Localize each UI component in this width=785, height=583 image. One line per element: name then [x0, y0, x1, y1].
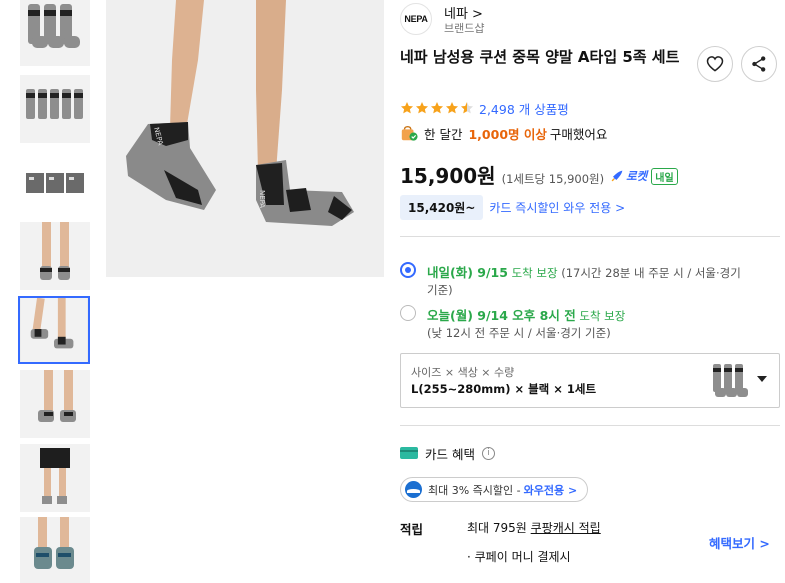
thumbnail-4[interactable]: [20, 222, 90, 290]
purchase-count-row: 한 달간 1,000명 이상 구매했어요: [400, 123, 607, 143]
pill-wow-link[interactable]: 와우전용 >: [524, 482, 578, 498]
option-thumbnail: [713, 364, 748, 397]
shipping-arrive: 도착 보장: [579, 309, 626, 323]
brand-shop-label: 브랜드샵: [444, 22, 485, 35]
shipping-day: 오늘(월) 9/14 오후 8시 전: [427, 308, 576, 323]
accrual-condition: · 쿠페이 머니 결제시: [467, 550, 571, 564]
shipping-radio-today[interactable]: [400, 305, 416, 321]
wishlist-button[interactable]: [697, 46, 733, 82]
shipping-day: 내일(화) 9/15: [427, 265, 508, 280]
thumbnail-3[interactable]: [20, 149, 90, 217]
accrual-line: 최대 795원 쿠팡캐시 적립: [467, 519, 601, 536]
svg-text:NEPA: NEPA: [258, 190, 266, 208]
info-icon[interactable]: i: [481, 446, 495, 460]
unit-price: (1세트당 15,900원): [501, 172, 605, 186]
shipping-detail: (17시간 28분 내 주문 시 / 서울·경기: [561, 266, 741, 280]
share-icon: [752, 56, 766, 72]
accrual-label: 적립: [400, 522, 424, 537]
card-company-icon: [405, 481, 422, 498]
card-discount-link[interactable]: 카드 즉시할인 와우 전용 >: [489, 199, 625, 216]
purchase-highlight: 1,000명 이상: [468, 126, 547, 142]
view-benefits-link[interactable]: 혜택보기 >: [709, 533, 770, 552]
brand-row[interactable]: NEPA 네파 > 브랜드샵: [400, 3, 700, 37]
star-icon: [430, 102, 444, 114]
option-header: 사이즈 × 색상 × 수량: [411, 366, 515, 379]
shipping-line: 오늘(월) 9/14 오후 8시 전 도착 보장: [427, 305, 625, 324]
half-star-icon: [460, 102, 474, 114]
star-rating: [400, 101, 474, 115]
wow-discount-pill[interactable]: 최대 3% 즉시할인 - 와우전용 >: [400, 477, 589, 502]
coupang-cash-link[interactable]: 쿠팡캐시 적립: [531, 521, 601, 535]
option-selector[interactable]: 사이즈 × 색상 × 수량 L(255~280mm) × 블랙 × 1세트: [400, 353, 780, 408]
thumbnail-5-selected[interactable]: [18, 296, 90, 364]
purchase-suffix: 구매했어요: [549, 126, 608, 142]
thumbnail-1[interactable]: [20, 0, 90, 66]
rocket-icon: [611, 170, 623, 182]
divider: [400, 425, 780, 426]
shipping-arrive: 도착 보장: [511, 266, 558, 280]
shipping-option-tomorrow[interactable]: 내일(화) 9/15 도착 보장 (17시간 28분 내 주문 시 / 서울·경…: [400, 262, 780, 302]
shopping-bag-icon: [401, 125, 418, 141]
thumbnail-6[interactable]: [20, 370, 90, 438]
credit-card-icon: [400, 447, 418, 459]
thumbnail-8[interactable]: [20, 517, 90, 583]
brand-logo[interactable]: NEPA: [400, 3, 432, 35]
product-title: 네파 남성용 쿠션 중목 양말 A타입 5족 세트: [400, 48, 680, 66]
heart-icon: [706, 56, 724, 72]
thumbnail-7[interactable]: [20, 444, 90, 512]
rocket-label: 로켓: [626, 169, 648, 183]
card-benefit-title: 카드 혜택: [425, 446, 475, 462]
sale-price: 15,900원: [400, 164, 496, 188]
star-icon: [445, 102, 459, 114]
option-value: L(255~280mm) × 블랙 × 1세트: [411, 382, 597, 396]
star-icon: [415, 102, 429, 114]
review-count-link[interactable]: 2,498 개 상품평: [479, 99, 569, 118]
card-discount-row[interactable]: 15,420원~ 카드 즉시할인 와우 전용 >: [400, 194, 625, 220]
star-icon: [400, 102, 414, 114]
product-main-image: NEPA NEPA: [106, 0, 384, 277]
shipping-line: 내일(화) 9/15 도착 보장 (17시간 28분 내 주문 시 / 서울·경…: [427, 262, 741, 281]
rocket-tomorrow-badge: 내일: [651, 167, 678, 185]
card-benefit-header: 카드 혜택 i: [400, 444, 495, 462]
dropdown-caret-icon: [757, 376, 767, 382]
price-row: 15,900원 (1세트당 15,900원) 로켓 내일: [400, 160, 678, 188]
shipping-detail-line2: (낮 12시 전 주문 시 / 서울·경기 기준): [427, 326, 611, 340]
share-button[interactable]: [741, 46, 777, 82]
thumbnail-2[interactable]: [20, 75, 90, 143]
rating-row: 2,498 개 상품평: [400, 99, 569, 117]
pill-text: 최대 3% 즉시할인 -: [428, 483, 521, 497]
card-discount-price: 15,420원~: [400, 194, 484, 220]
purchase-prefix: 한 달간: [424, 126, 463, 142]
shipping-detail-line2: 기준): [427, 283, 453, 297]
accrual-max: 최대 795원: [467, 521, 527, 535]
shipping-radio-tomorrow[interactable]: [400, 262, 416, 278]
divider: [400, 236, 780, 237]
rocket-delivery-badge: 로켓 내일: [610, 167, 678, 185]
shipping-option-today[interactable]: 오늘(월) 9/14 오후 8시 전 도착 보장 (낮 12시 전 주문 시 /…: [400, 305, 780, 345]
